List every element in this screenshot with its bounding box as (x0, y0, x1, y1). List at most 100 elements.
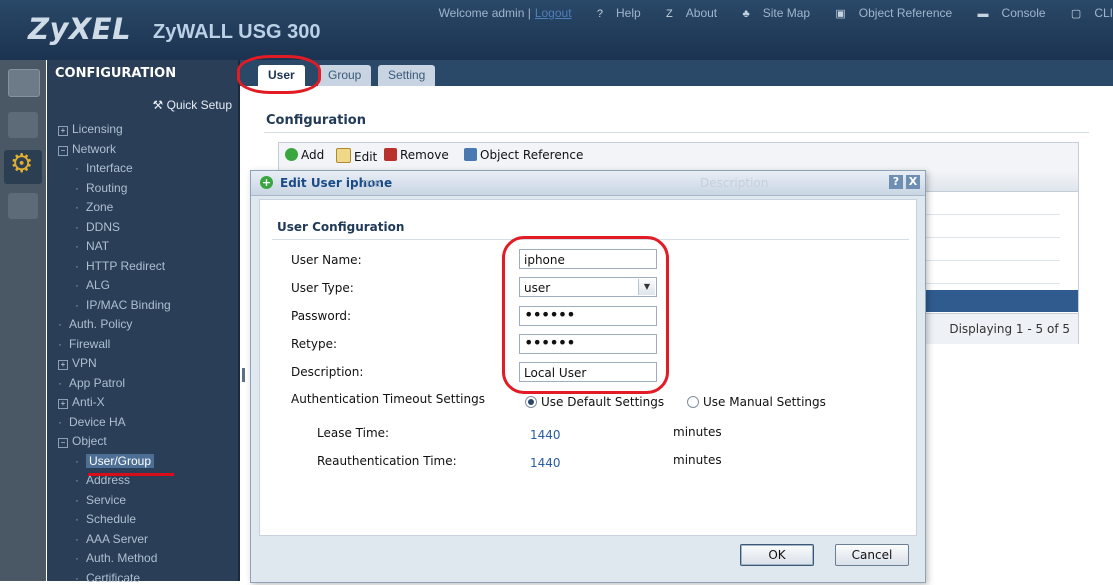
sitemap-link[interactable]: ♣ Site Map (731, 6, 810, 20)
nav-item-alg[interactable]: · ALG (75, 278, 110, 292)
object-reference-button[interactable]: Object Reference (464, 148, 583, 162)
nav-item-label[interactable]: Schedule (86, 512, 136, 526)
quick-setup-icon: ⚒ (152, 98, 167, 112)
monitor-icon[interactable] (8, 112, 38, 138)
nav-item-aaa-server[interactable]: · AAA Server (75, 532, 148, 546)
annotation-circle-fields (502, 236, 669, 394)
bullet-icon: · (75, 239, 79, 253)
nav-item-interface[interactable]: · Interface (75, 161, 133, 175)
nav-item-label[interactable]: Interface (86, 161, 133, 175)
nav-item-service[interactable]: · Service (75, 493, 126, 507)
nav-item-auth-method[interactable]: · Auth. Method (75, 551, 157, 565)
bullet-icon: · (75, 297, 79, 312)
configuration-gear-icon[interactable] (4, 149, 42, 184)
nav-item-nat[interactable]: · NAT (75, 239, 109, 253)
add-button[interactable]: Add (285, 148, 324, 162)
nav-item-label[interactable]: Licensing (72, 122, 123, 136)
tab-bar: User Group Setting (240, 60, 1113, 86)
nav-item-vpn[interactable]: + VPN (58, 356, 97, 370)
nav-item-label[interactable]: User/Group (86, 453, 155, 468)
user-configuration-title: User Configuration (277, 220, 405, 234)
panel-splitter-handle[interactable] (242, 368, 245, 382)
tab-group[interactable]: Group (318, 65, 372, 86)
dashboard-icon[interactable] (8, 69, 40, 97)
use-manual-settings-radio[interactable] (687, 396, 699, 408)
nav-item-user-group[interactable]: · User/Group (75, 453, 155, 468)
nav-item-label[interactable]: Zone (86, 200, 113, 214)
nav-item-label[interactable]: Object (72, 434, 107, 448)
nav-item-network[interactable]: − Network (58, 142, 116, 156)
bullet-icon: · (58, 375, 62, 390)
nav-item-label[interactable]: Device HA (69, 415, 126, 429)
nav-item-label[interactable]: Anti-X (72, 395, 105, 409)
collapse-icon[interactable]: − (58, 438, 68, 448)
nav-item-device-ha[interactable]: · Device HA (58, 415, 126, 429)
nav-item-ddns[interactable]: · DDNS (75, 220, 120, 234)
nav-item-zone[interactable]: · Zone (75, 200, 113, 214)
nav-item-label[interactable]: ALG (86, 278, 110, 292)
use-default-settings-label[interactable]: Use Default Settings (541, 395, 664, 409)
cli-icon: ▢ (1070, 8, 1082, 20)
bullet-icon: · (75, 278, 79, 292)
nav-item-ip-mac-binding[interactable]: · IP/MAC Binding (75, 298, 171, 312)
use-manual-settings-label[interactable]: Use Manual Settings (703, 395, 826, 409)
nav-item-label[interactable]: AAA Server (86, 532, 148, 546)
cancel-button[interactable]: Cancel (835, 544, 909, 566)
auth-timeout-label: Authentication Timeout Settings (291, 392, 485, 406)
nav-item-label[interactable]: Service (86, 493, 126, 507)
close-button[interactable]: X (906, 175, 920, 189)
nav-item-label[interactable]: Certificate (86, 571, 140, 585)
nav-item-label[interactable]: VPN (72, 356, 97, 370)
maintenance-icon[interactable] (8, 193, 38, 219)
nav-item-label[interactable]: HTTP Redirect (86, 259, 165, 273)
expand-icon[interactable]: + (58, 360, 68, 370)
left-navigation: CONFIGURATION ⚒ Quick Setup + Licensing − N… (47, 60, 240, 585)
quick-setup-link[interactable]: ⚒ Quick Setup (153, 98, 232, 112)
dialog-titlebar[interactable]: + Edit User iphone me Description ? X (251, 171, 925, 196)
nav-item-object[interactable]: − Object (58, 434, 107, 448)
nav-item-anti-x[interactable]: + Anti-X (58, 395, 105, 409)
welcome-text: Welcome admin | (438, 6, 531, 20)
cli-link[interactable]: ▢ CLI (1060, 6, 1113, 20)
panel-icon-strip (0, 60, 46, 581)
nav-item-label[interactable]: Auth. Policy (69, 317, 132, 331)
expand-icon[interactable]: + (58, 126, 68, 136)
retype-label: Retype: (291, 337, 338, 351)
ok-button[interactable]: OK (740, 544, 814, 566)
top-banner: ZyXEL ZyWALL USG 300 Welcome admin | Logo… (0, 0, 1113, 60)
nav-item-label[interactable]: Auth. Method (86, 551, 157, 565)
help-link[interactable]: ? Help (586, 6, 641, 20)
nav-item-label[interactable]: Network (72, 142, 116, 156)
nav-item-label[interactable]: DDNS (86, 220, 120, 234)
remove-button[interactable]: Remove (384, 148, 449, 162)
bullet-icon: · (58, 336, 62, 351)
bullet-icon: · (75, 453, 79, 468)
tab-setting[interactable]: Setting (378, 65, 436, 86)
nav-item-schedule[interactable]: · Schedule (75, 512, 136, 526)
nav-item-label[interactable]: Routing (86, 181, 127, 195)
description-label: Description: (291, 365, 364, 379)
logout-link[interactable]: Logout (535, 6, 572, 20)
nav-item-firewall[interactable]: · Firewall (58, 337, 110, 351)
nav-item-label[interactable]: App Patrol (69, 376, 125, 390)
expand-icon[interactable]: + (58, 399, 68, 409)
nav-item-auth-policy[interactable]: · Auth. Policy (58, 317, 132, 331)
nav-item-label[interactable]: IP/MAC Binding (86, 298, 171, 312)
pager-status: Displaying 1 - 5 of 5 (949, 322, 1070, 336)
nav-item-label[interactable]: Firewall (69, 337, 110, 351)
about-link[interactable]: Z About (655, 6, 717, 20)
bullet-icon: · (75, 258, 79, 273)
nav-item-http-redirect[interactable]: · HTTP Redirect (75, 259, 165, 273)
nav-item-licensing[interactable]: + Licensing (58, 122, 123, 136)
object-reference-link[interactable]: ▣ Object Reference (824, 6, 952, 20)
nav-item-routing[interactable]: · Routing (75, 181, 127, 195)
nav-item-label[interactable]: NAT (86, 239, 109, 253)
edit-button[interactable]: Edit (336, 148, 377, 164)
collapse-icon[interactable]: − (58, 145, 68, 156)
console-link[interactable]: ▬ Console (967, 6, 1046, 20)
use-default-settings-radio[interactable] (525, 396, 537, 408)
nav-item-app-patrol[interactable]: · App Patrol (58, 376, 125, 390)
nav-item-certificate[interactable]: · Certificate (75, 571, 140, 585)
section-title: Configuration (266, 113, 366, 128)
help-button[interactable]: ? (889, 175, 903, 189)
